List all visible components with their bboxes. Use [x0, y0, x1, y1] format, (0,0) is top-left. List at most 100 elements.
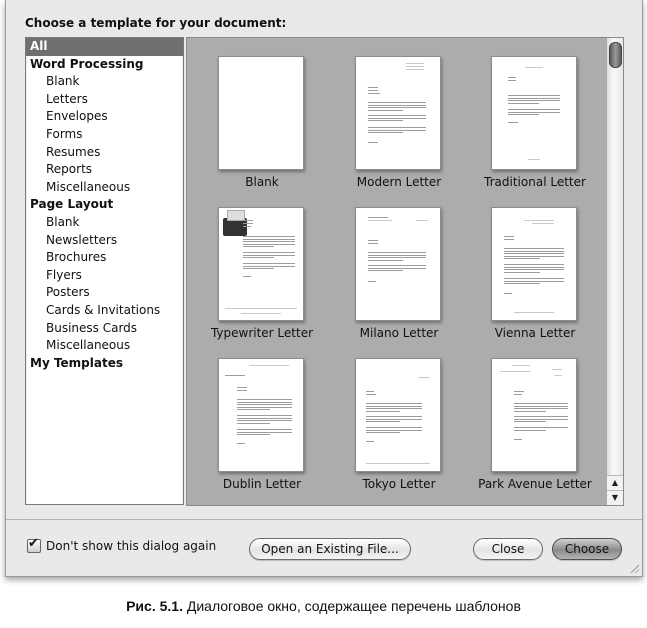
template-tile[interactable]: Modern Letter — [339, 56, 459, 201]
template-tile[interactable]: Vienna Letter — [475, 207, 595, 352]
thumbnail-text-line — [237, 390, 247, 391]
dont-show-again-checkbox[interactable]: ✔ — [27, 536, 41, 553]
thumbnail-text-line — [368, 87, 378, 88]
category-list[interactable]: All Word Processing Blank Letters Envelopes F… — [25, 37, 184, 505]
category-item[interactable]: Blank — [26, 73, 183, 91]
template-tile[interactable]: Dublin Letter — [202, 358, 322, 503]
template-tile[interactable]: Milano Letter — [339, 207, 459, 352]
thumbnail-text-line — [366, 403, 422, 404]
thumbnail-text-line — [418, 377, 430, 378]
open-existing-file-button[interactable]: Open an Existing File... — [249, 538, 411, 560]
category-item[interactable]: Blank — [26, 214, 183, 232]
category-item[interactable]: Newsletters — [26, 232, 183, 250]
thumbnail-text-line — [525, 67, 543, 68]
category-item[interactable]: All — [26, 38, 183, 56]
template-thumbnail[interactable] — [218, 207, 304, 321]
category-item[interactable]: Word Processing — [26, 56, 183, 74]
category-item[interactable]: Business Cards — [26, 320, 183, 338]
thumbnail-text-line — [366, 394, 376, 395]
figure-caption: Рис. 5.1. Диалоговое окно, содержащее пе… — [0, 598, 647, 614]
thumbnail-text-line — [504, 253, 564, 255]
thumbnail-text-line — [243, 265, 295, 267]
choose-button[interactable]: Choose — [552, 538, 622, 560]
thumbnail-text-line — [243, 238, 295, 240]
category-item[interactable]: Letters — [26, 91, 183, 109]
template-label[interactable]: Tokyo Letter — [329, 477, 469, 491]
template-label[interactable]: Traditional Letter — [465, 175, 605, 189]
dont-show-again-option[interactable]: ✔ Don't show this dialog again — [27, 536, 216, 553]
template-thumbnail[interactable] — [355, 207, 441, 321]
template-thumbnail[interactable] — [491, 207, 577, 321]
template-tile[interactable]: Typewriter Letter — [202, 207, 322, 352]
thumbnail-text-line — [366, 410, 400, 412]
checkmark-icon: ✔ — [28, 536, 39, 551]
thumbnail-text-line — [249, 365, 289, 366]
scroll-up-arrow-icon[interactable]: ▲ — [607, 475, 623, 490]
category-item[interactable]: Reports — [26, 161, 183, 179]
template-thumbnail[interactable] — [491, 358, 577, 472]
thumbnail-text-line — [368, 243, 378, 244]
thumbnail-text-line — [237, 415, 292, 416]
thumbnail-text-line — [508, 100, 560, 102]
thumbnail-text-line — [368, 93, 380, 94]
category-item[interactable]: Miscellaneous — [26, 337, 183, 355]
thumbnail-text-line — [514, 421, 547, 423]
category-item[interactable]: Envelopes — [26, 108, 183, 126]
thumbnail-text-line — [366, 427, 422, 428]
thumbnail-text-line — [368, 115, 426, 116]
thumbnail-text-line — [368, 142, 378, 143]
thumbnail-text-line — [368, 127, 426, 128]
category-item[interactable]: Posters — [26, 284, 183, 302]
category-item[interactable]: Resumes — [26, 144, 183, 162]
category-item[interactable]: My Templates — [26, 355, 183, 373]
template-label[interactable]: Vienna Letter — [465, 326, 605, 340]
template-label[interactable]: Milano Letter — [329, 326, 469, 340]
thumbnail-text-line — [368, 120, 403, 122]
template-label[interactable]: Park Avenue Letter — [465, 477, 605, 491]
scroll-down-arrow-icon[interactable]: ▼ — [607, 490, 623, 505]
template-scrollbar[interactable]: ▲ ▼ — [607, 37, 624, 506]
thumbnail-text-line — [368, 117, 426, 119]
dialog-prompt: Choose a template for your document: — [25, 16, 287, 30]
thumbnail-text-line — [237, 409, 270, 411]
template-label[interactable]: Blank — [192, 175, 332, 189]
thumbnail-text-line — [237, 387, 247, 388]
category-item[interactable]: Forms — [26, 126, 183, 144]
thumbnail-text-line — [406, 66, 424, 67]
dont-show-again-label[interactable]: Don't show this dialog again — [46, 539, 216, 553]
category-item[interactable]: Flyers — [26, 267, 183, 285]
template-tile[interactable]: Park Avenue Letter — [475, 358, 595, 503]
close-button[interactable]: Close — [473, 538, 543, 560]
template-label[interactable]: Modern Letter — [329, 175, 469, 189]
template-tile[interactable]: Traditional Letter — [475, 56, 595, 201]
template-thumbnail[interactable] — [491, 56, 577, 170]
category-item[interactable]: Miscellaneous — [26, 179, 183, 197]
template-tile[interactable]: Blank — [202, 56, 322, 201]
template-chooser-dialog: Choose a template for your document: All… — [5, 0, 643, 577]
thumbnail-text-line — [504, 236, 514, 237]
thumbnail-text-line — [366, 418, 422, 420]
resize-grip-icon[interactable] — [629, 563, 639, 573]
thumbnail-text-line — [368, 270, 403, 272]
category-item[interactable]: Brochures — [26, 249, 183, 267]
thumbnail-text-line — [368, 132, 403, 134]
template-label[interactable]: Typewriter Letter — [192, 326, 332, 340]
template-tile[interactable]: Tokyo Letter — [339, 358, 459, 503]
thumbnail-text-line — [366, 441, 374, 442]
thumbnail-text-line — [225, 308, 297, 309]
thumbnail-text-line — [552, 369, 562, 370]
scrollbar-thumb[interactable] — [609, 42, 622, 68]
template-thumbnail[interactable] — [355, 358, 441, 472]
template-thumbnail[interactable] — [218, 56, 304, 170]
thumbnail-text-line — [366, 391, 374, 392]
thumbnail-text-line — [368, 217, 388, 218]
category-item[interactable]: Cards & Invitations — [26, 302, 183, 320]
thumbnail-text-line — [368, 257, 426, 259]
thumbnail-text-line — [237, 434, 270, 436]
template-thumbnail[interactable] — [355, 56, 441, 170]
thumbnail-text-line — [366, 416, 422, 417]
thumbnail-text-line — [243, 246, 275, 248]
category-item[interactable]: Page Layout — [26, 196, 183, 214]
template-label[interactable]: Dublin Letter — [192, 477, 332, 491]
template-thumbnail[interactable] — [218, 358, 304, 472]
